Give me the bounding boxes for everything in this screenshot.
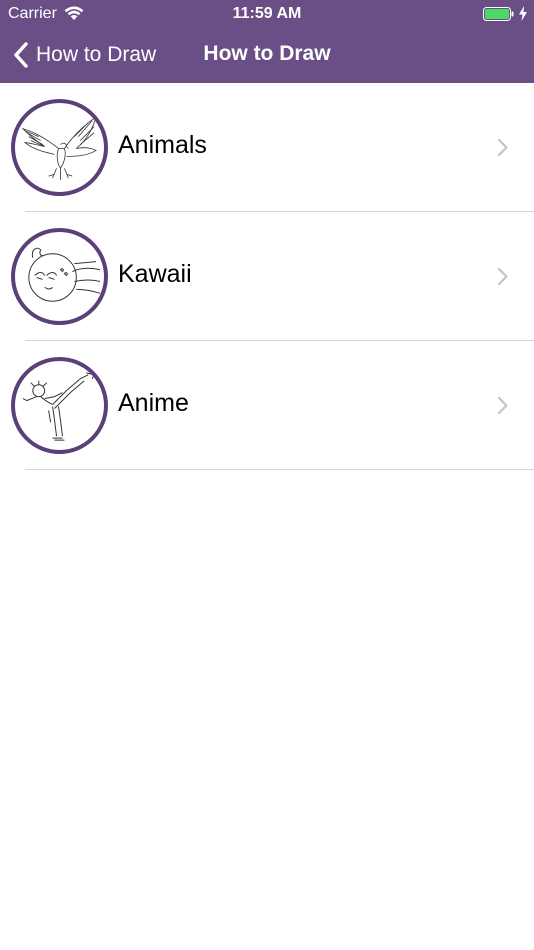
eagle-drawing-thumbnail <box>11 99 108 196</box>
anime-kick-drawing-icon <box>22 372 95 441</box>
page-title: How to Draw <box>203 42 331 65</box>
list-item-label: Kawaii <box>118 260 192 288</box>
list-item-kawaii[interactable]: Kawaii <box>0 212 534 341</box>
kawaii-face-drawing-icon <box>28 247 101 302</box>
top-bar: Carrier 11:59 AM How to Draw How to Draw <box>0 0 534 83</box>
category-list: Animals Kawaii Anime <box>0 83 534 470</box>
list-item-anime[interactable]: Anime <box>0 341 534 470</box>
status-bar: Carrier 11:59 AM <box>0 0 534 28</box>
list-item-animals[interactable]: Animals <box>0 83 534 212</box>
list-item-label: Animals <box>118 131 207 159</box>
kawaii-face-drawing-thumbnail <box>11 228 108 325</box>
charging-bolt-icon <box>519 6 527 21</box>
how-to-draw-screen: Carrier 11:59 AM How to Draw How to Draw… <box>0 0 534 950</box>
chevron-right-icon <box>497 267 508 286</box>
anime-kick-drawing-thumbnail <box>11 357 108 454</box>
chevron-right-icon <box>497 138 508 157</box>
list-item-label: Anime <box>118 389 189 417</box>
battery-icon <box>483 7 514 21</box>
clock: 11:59 AM <box>232 5 302 22</box>
row-separator <box>25 469 534 470</box>
chevron-right-icon <box>497 396 508 415</box>
eagle-drawing-icon <box>21 115 97 181</box>
navigation-bar: How to Draw How to Draw <box>0 28 534 83</box>
